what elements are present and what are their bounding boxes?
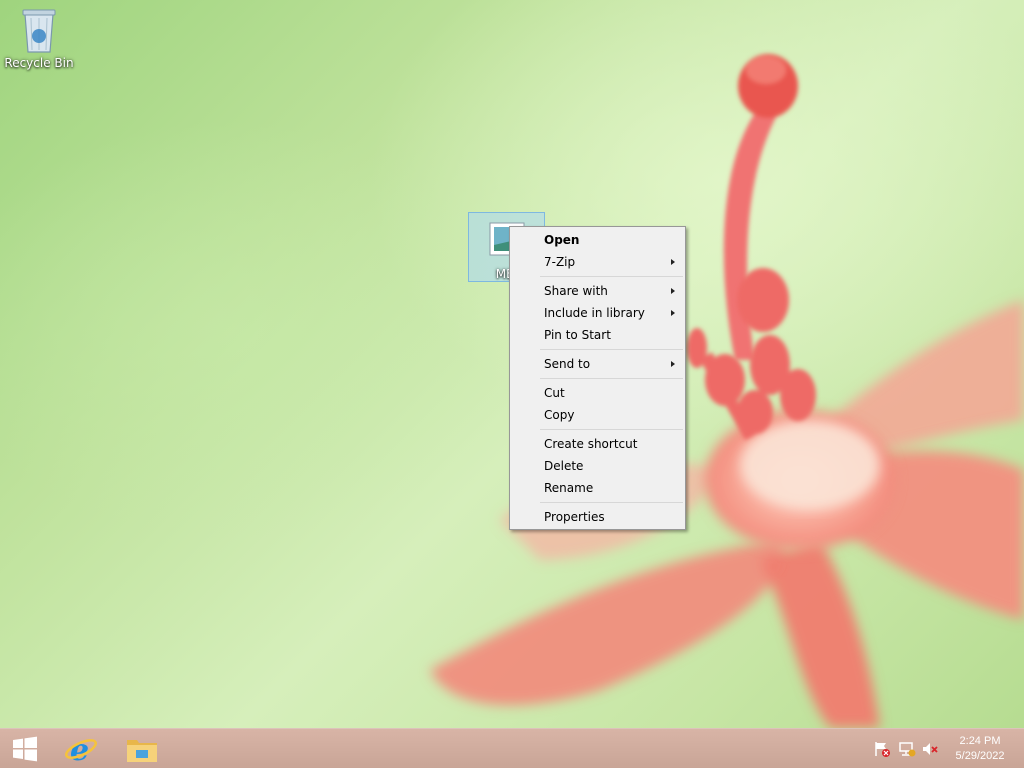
recycle-bin-icon (22, 9, 56, 53)
action-center-flag-icon[interactable] (873, 741, 891, 757)
menu-item-open[interactable]: Open (510, 229, 685, 251)
menu-separator (540, 502, 683, 503)
clock-date: 5/29/2022 (955, 750, 1005, 762)
menu-item-send-to[interactable]: Send to (510, 353, 685, 375)
submenu-arrow-icon (671, 259, 675, 265)
menu-item-label: Send to (544, 357, 591, 371)
menu-item-label: Properties (544, 510, 605, 524)
menu-item-pin-to-start[interactable]: Pin to Start (510, 324, 685, 346)
submenu-arrow-icon (671, 288, 675, 294)
menu-separator (540, 378, 683, 379)
context-menu: Open 7-Zip Share with Include in library Pin… (509, 226, 686, 530)
menu-item-label: Rename (544, 481, 594, 495)
menu-item-label: Create shortcut (544, 437, 638, 451)
menu-item-delete[interactable]: Delete (510, 455, 685, 477)
menu-item-rename[interactable]: Rename (510, 477, 685, 499)
menu-item-7-zip[interactable]: 7-Zip (510, 251, 685, 273)
submenu-arrow-icon (671, 361, 675, 367)
taskbar-clock[interactable]: 2:24 PM 5/29/2022 (948, 734, 1012, 764)
menu-separator (540, 429, 683, 430)
menu-item-share-with[interactable]: Share with (510, 280, 685, 302)
menu-item-include-in-library[interactable]: Include in library (510, 302, 685, 324)
menu-item-copy[interactable]: Copy (510, 404, 685, 426)
menu-item-label: Share with (544, 284, 608, 298)
recycle-bin-desktop-icon[interactable]: Recycle Bin (1, 6, 77, 70)
menu-item-label: 7-Zip (544, 255, 576, 269)
menu-item-label: Copy (544, 408, 575, 422)
network-icon[interactable] (898, 741, 916, 757)
menu-item-label: Cut (544, 386, 565, 400)
menu-item-label: Pin to Start (544, 328, 611, 342)
start-button[interactable] (0, 729, 50, 769)
submenu-arrow-icon (671, 310, 675, 316)
menu-item-label: Include in library (544, 306, 645, 320)
file-explorer-icon (127, 740, 157, 762)
internet-explorer-taskbar-button[interactable]: e (56, 729, 106, 769)
menu-item-properties[interactable]: Properties (510, 506, 685, 528)
desktop[interactable]: Recycle Bin MEI Open 7-Zip Share with Inclu… (0, 0, 1024, 728)
recycle-bin-label: Recycle Bin (4, 56, 74, 70)
menu-item-cut[interactable]: Cut (510, 382, 685, 404)
menu-separator (540, 349, 683, 350)
volume-muted-icon[interactable] (921, 741, 939, 757)
menu-separator (540, 276, 683, 277)
svg-text:e: e (70, 733, 89, 765)
internet-explorer-icon: e (65, 733, 97, 765)
menu-item-label: Delete (544, 459, 584, 473)
file-explorer-taskbar-button[interactable] (117, 729, 167, 769)
menu-item-label: Open (544, 233, 580, 247)
taskbar: e 2:24 PM 5/29/2022 (0, 728, 1024, 768)
menu-item-create-shortcut[interactable]: Create shortcut (510, 433, 685, 455)
clock-time: 2:24 PM (959, 735, 1001, 747)
windows-start-icon (13, 736, 37, 762)
